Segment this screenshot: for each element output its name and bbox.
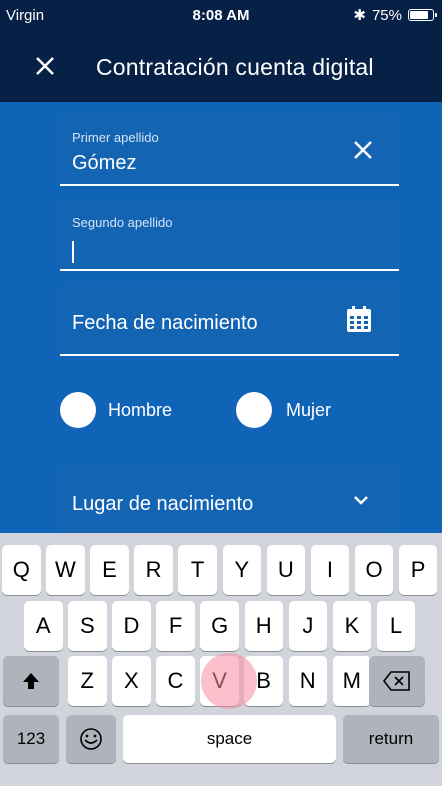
first-surname-label: Primer apellido <box>72 130 159 145</box>
key-o[interactable]: O <box>354 545 394 595</box>
battery-percent: 75% <box>371 6 402 24</box>
birth-place-select[interactable]: Lugar de nacimiento <box>60 465 399 537</box>
status-bar: Virgin 8:08 AM ✱ 75% <box>0 0 442 30</box>
key-j[interactable]: J <box>288 601 328 651</box>
key-q[interactable]: Q <box>2 545 41 595</box>
return-key[interactable]: return <box>343 715 439 763</box>
chevron-down-icon <box>354 496 368 505</box>
birth-date-label: Fecha de nacimiento <box>72 312 258 334</box>
keyboard: QWERTYUIOP ASDFGHJKL ZXCVBNM 123 space r… <box>0 533 442 786</box>
second-surname-label: Segundo apellido <box>72 215 173 230</box>
key-w[interactable]: W <box>46 545 85 595</box>
shift-icon <box>23 673 39 689</box>
emoji-key[interactable] <box>66 715 116 763</box>
key-c[interactable]: C <box>156 656 195 706</box>
key-h[interactable]: H <box>244 601 283 651</box>
backspace-icon <box>383 671 410 691</box>
calendar-icon[interactable] <box>347 306 371 332</box>
key-a[interactable]: A <box>24 601 63 651</box>
radio-male[interactable] <box>60 392 96 428</box>
radio-male-label: Hombre <box>108 400 173 420</box>
clear-icon[interactable] <box>351 138 375 162</box>
battery-icon <box>408 9 437 21</box>
key-n[interactable]: N <box>288 656 327 706</box>
shift-key[interactable] <box>3 656 59 706</box>
key-x[interactable]: X <box>112 656 151 706</box>
key-e[interactable]: E <box>90 545 129 595</box>
radio-female-label: Mujer <box>286 400 332 420</box>
space-key[interactable]: space <box>123 715 336 763</box>
first-surname-field[interactable]: Primer apellido Gómez <box>60 114 399 186</box>
key-s[interactable]: S <box>68 601 107 651</box>
status-right: ✱ 75% <box>353 6 437 24</box>
key-d[interactable]: D <box>112 601 151 651</box>
key-f[interactable]: F <box>156 601 195 651</box>
key-p[interactable]: P <box>398 545 438 595</box>
key-z[interactable]: Z <box>68 656 107 706</box>
first-surname-value: Gómez <box>72 152 137 174</box>
page-title: Contratación cuenta digital <box>96 54 374 80</box>
key-g[interactable]: G <box>200 601 239 651</box>
key-r[interactable]: R <box>134 545 173 595</box>
bluetooth-icon: ✱ <box>353 7 366 24</box>
app-header: Contratación cuenta digital <box>0 30 442 102</box>
radio-female[interactable] <box>236 392 272 428</box>
key-l[interactable]: L <box>376 601 416 651</box>
key-press-highlight <box>201 653 257 709</box>
key-m[interactable]: M <box>332 656 372 706</box>
emoji-icon <box>80 728 102 750</box>
close-icon[interactable] <box>30 51 60 81</box>
key-u[interactable]: U <box>266 545 306 595</box>
key-i[interactable]: I <box>310 545 350 595</box>
text-cursor <box>72 241 74 263</box>
birth-date-field[interactable]: Fecha de nacimiento <box>60 284 399 356</box>
birth-place-label: Lugar de nacimiento <box>72 493 254 515</box>
key-t[interactable]: T <box>178 545 217 595</box>
second-surname-field[interactable]: Segundo apellido <box>60 199 399 271</box>
key-k[interactable]: K <box>332 601 372 651</box>
key-y[interactable]: Y <box>222 545 261 595</box>
gender-selector: Hombre Mujer <box>60 390 399 434</box>
numbers-key[interactable]: 123 <box>3 715 59 763</box>
backspace-key[interactable] <box>369 656 425 706</box>
